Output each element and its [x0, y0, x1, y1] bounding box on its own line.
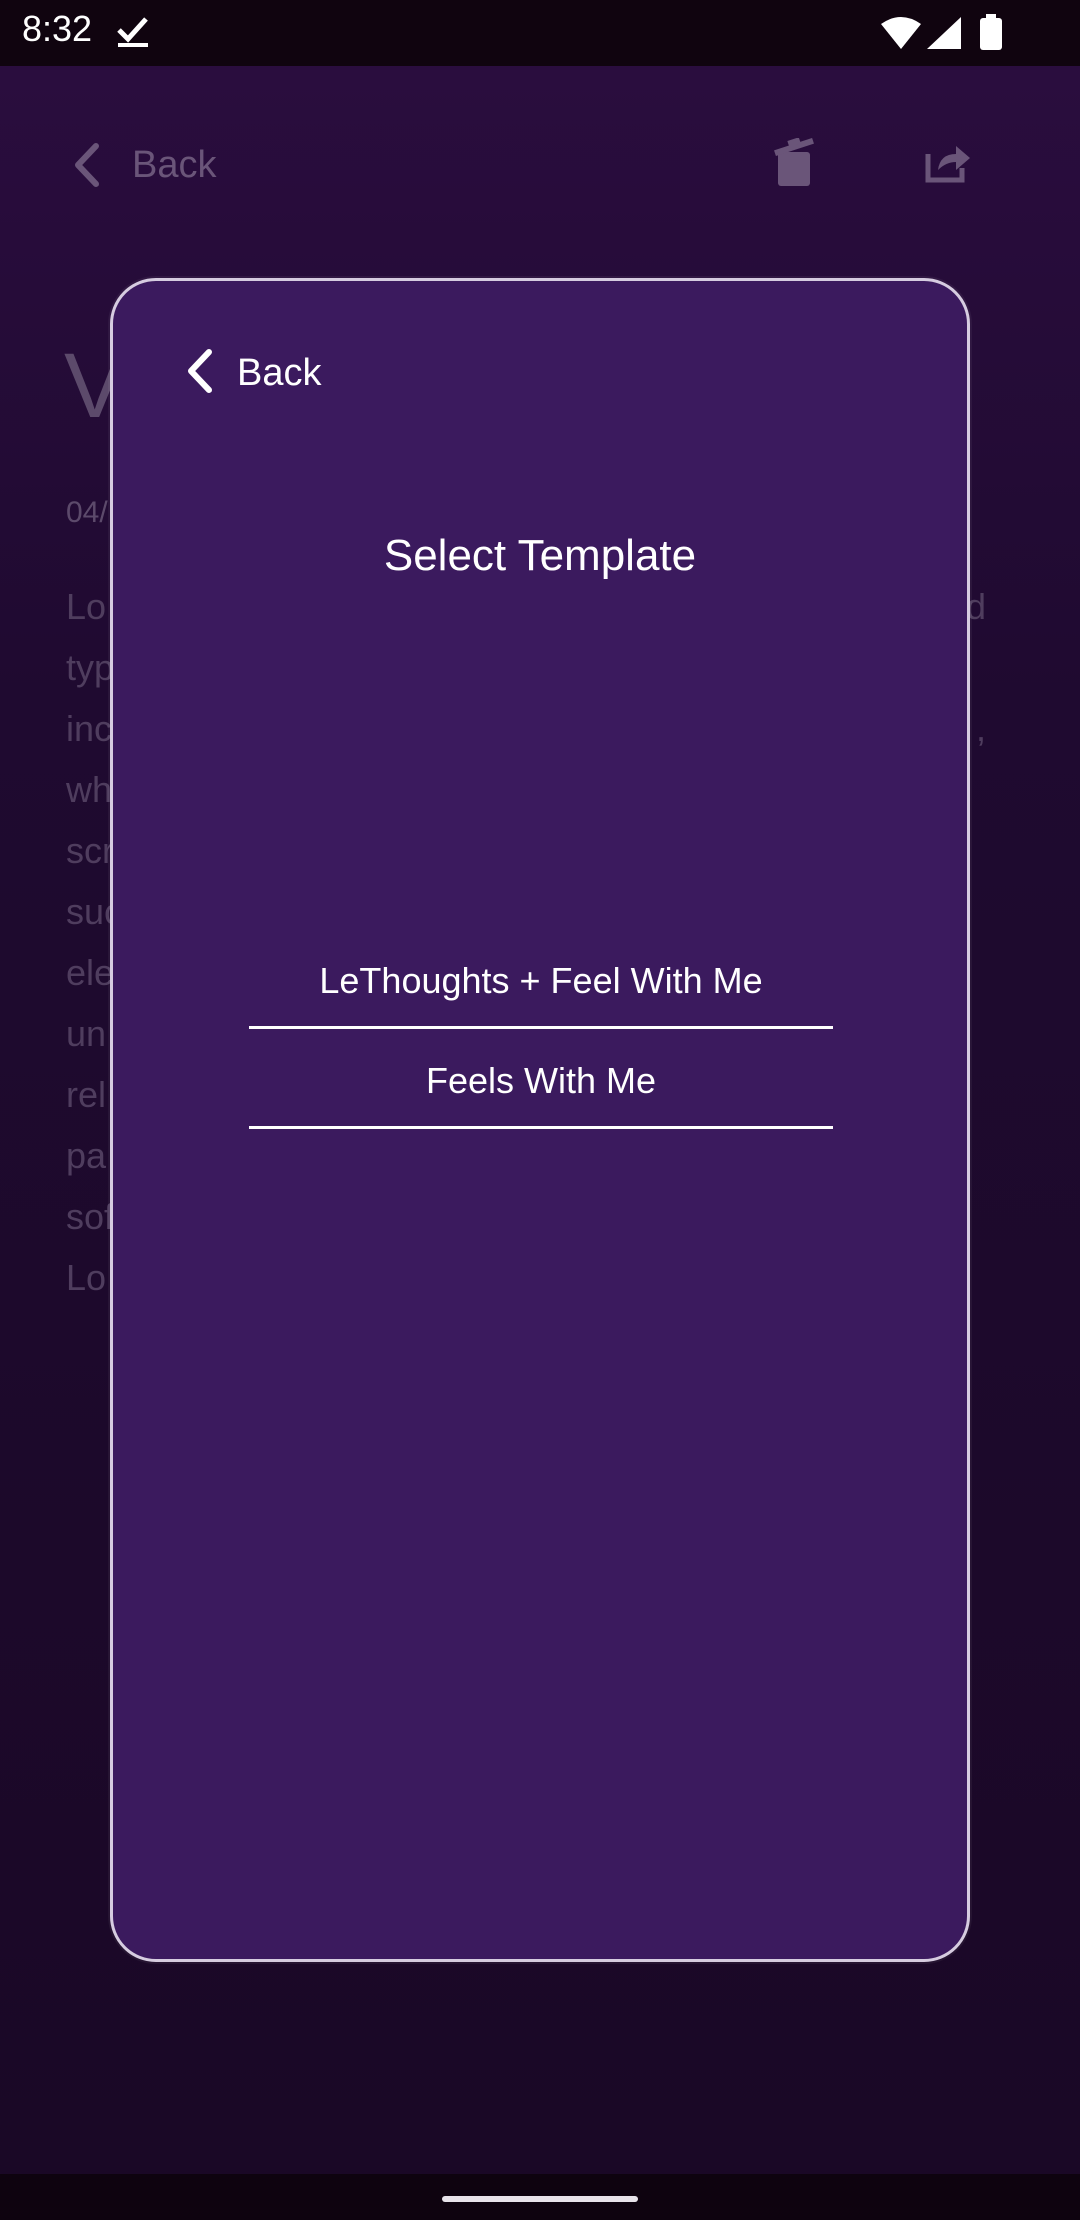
select-template-dialog: Back Select Template LeThoughts + Feel W… [110, 278, 970, 1962]
background-back-label: Back [132, 144, 217, 186]
status-bar: 8:32 [0, 0, 1080, 66]
template-option-lethoughts-feel-with-me[interactable]: LeThoughts + Feel With Me [249, 933, 833, 1029]
dialog-title: Select Template [383, 531, 697, 580]
navigation-bar [0, 2174, 1080, 2220]
background-topbar: Back [0, 66, 1080, 206]
background-note-date: 04/ [66, 496, 108, 529]
signal-icon [926, 16, 962, 55]
check-icon [116, 14, 150, 53]
template-option-feels-with-me[interactable]: Feels With Me [249, 1033, 833, 1129]
home-gesture-pill[interactable] [442, 2196, 638, 2202]
background-back-chevron-icon [72, 142, 102, 193]
status-time: 8:32 [22, 8, 93, 49]
back-button[interactable]: Back [183, 347, 321, 400]
back-label: Back [237, 352, 322, 394]
share-icon [924, 140, 972, 189]
delete-icon [772, 137, 816, 193]
chevron-left-icon [183, 347, 215, 400]
battery-icon [980, 14, 1002, 55]
wifi-icon [880, 16, 922, 55]
